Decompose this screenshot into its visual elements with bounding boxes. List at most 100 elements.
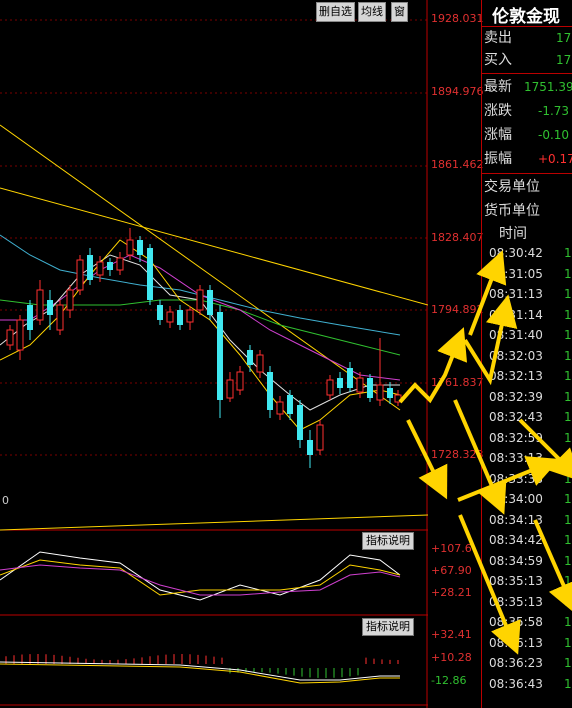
candle-body [297,405,303,440]
indicator1-help-button[interactable]: 指标说明 [362,532,414,550]
tick-time: 08:35:13 [489,594,543,609]
sell-value: 17 [556,31,572,45]
tick-time: 08:36:23 [489,656,543,670]
candle-body [76,259,84,291]
candle-body [157,305,163,320]
candle-body [166,311,174,323]
tick-time: 08:34:00 [489,492,543,506]
left-edge-label: 0 [2,494,9,507]
tick-time: 08:34:59 [489,553,543,568]
tick-time: 08:31:05 [489,266,543,281]
tick-price: 1 [564,492,572,506]
tick-price: 1 [564,451,572,465]
indicator2-tick: -12.86 [431,674,467,687]
candle-body [16,319,24,351]
candle-body [116,257,124,271]
candlestick-chart[interactable] [0,0,428,708]
tick-time: 08:34:42 [489,533,543,547]
quote-panel: 伦敦金现 卖出 17 买入 17 最新 1751.39 涨跌 -1.73 涨幅 … [481,0,572,708]
tick-price: 1 [564,676,572,691]
candle-body [66,289,74,311]
candle-body [126,239,134,256]
candle-body [47,300,53,315]
last-label: 最新 [484,79,512,95]
price-tick: 1928.031 [431,12,484,25]
grid-lines [0,19,428,456]
tick-price: 1 [564,471,572,486]
tick-price: 1 [564,553,572,568]
candle-body [137,240,143,255]
change-row: 涨跌 -1.73 [484,100,572,122]
tick-time: 08:32:59 [489,430,543,445]
currency-unit-label: 货币单位 [484,203,540,219]
tick-price: 1 [564,348,572,363]
tick-time: 08:35:13 [489,574,543,588]
amp-value: +0.17 [538,152,572,166]
candle-body [186,309,194,323]
candle-body [27,305,33,330]
price-tick: 1828.407 [431,231,484,244]
candle-body [387,388,393,398]
tick-price: 1 [564,328,572,342]
divider [482,73,572,74]
amp-row: 振幅 +0.17 [484,148,572,170]
tick-time: 08:36:43 [489,676,543,691]
candle-body [6,329,14,346]
moving-average-button[interactable]: 均线 [358,2,386,22]
pct-row: 涨幅 -0.10 [484,124,572,146]
tick-price: 1 [564,615,572,629]
indicator1-tick: +28.21 [431,586,472,599]
trend-line [0,187,428,306]
candle-body [356,377,364,393]
price-tick: 1761.837 [431,376,484,389]
candle-body [267,372,273,410]
price-axis: 1928.031 1894.976 1861.462 1828.407 1794… [428,0,484,708]
tick-time: 08:33:38 [489,471,543,486]
last-row: 最新 1751.39 [484,76,572,98]
candle-body [87,255,93,280]
tick-time: 08:32:13 [489,369,543,383]
tick-time: 08:31:14 [489,307,543,322]
candle-body [256,354,264,373]
trend-line [0,124,401,411]
tick-price: 1 [564,512,572,527]
tick-time: 08:34:13 [489,512,543,527]
indicator2-bars [5,654,399,678]
tick-price: 1 [564,430,572,445]
candle-body [196,289,204,311]
tick-time: 08:32:39 [489,389,543,404]
buy-value: 17 [556,53,572,67]
candle-body [147,248,153,300]
tick-price: 1 [564,410,572,424]
price-tick: 1728.323 [431,448,484,461]
tick-price: 1 [564,594,572,609]
candle-body [376,384,384,401]
candle-body [367,378,373,398]
tick-price: 1 [564,266,572,281]
instrument-title: 伦敦金现 [492,7,560,27]
candle-body [217,312,223,400]
tick-time: 08:31:40 [489,328,543,342]
pct-value: -0.10 [538,128,570,142]
candle-body [247,350,253,365]
tick-price: 1 [564,389,572,404]
buy-row: 买入 17 [484,49,572,71]
delete-favorite-button[interactable]: 删自选 [316,2,355,22]
divider [482,173,572,174]
tick-time: 08:32:43 [489,410,543,424]
indicator1-tick: +67.90 [431,564,472,577]
indicator2-help-button[interactable]: 指标说明 [362,618,414,636]
candle-body [337,378,343,388]
sell-row: 卖出 17 [484,27,572,49]
candle-body [226,379,234,399]
candle-body [96,261,104,276]
tick-price: 1 [564,533,572,547]
tick-time: 08:35:58 [489,615,543,629]
tick-price: 1 [564,635,572,650]
window-button[interactable]: 窗 [391,2,408,22]
tick-time: 08:31:13 [489,287,543,301]
pct-label: 涨幅 [484,127,512,143]
tick-price: 1 [564,246,572,260]
candle-body [347,368,353,388]
tick-time: 08:33:13 [489,451,543,465]
